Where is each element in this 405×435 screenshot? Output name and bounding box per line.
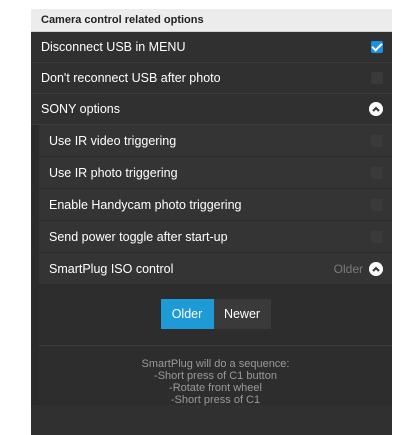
option-button-newer[interactable]: Newer <box>213 299 271 329</box>
checkbox-checked-icon[interactable] <box>371 41 383 53</box>
option-label: Disconnect USB in MENU <box>41 40 186 54</box>
chevron-up-icon[interactable] <box>369 261 383 276</box>
option-button-group: Older Newer <box>39 299 392 329</box>
option-label: Use IR photo triggering <box>49 165 178 180</box>
checkbox-unchecked-icon[interactable] <box>371 198 383 211</box>
description-line: -Short press of C1 button <box>154 370 277 382</box>
smartplug-iso-section: Older Newer SmartPlug will do a sequence… <box>39 285 392 406</box>
description-line: SmartPlug will do a sequence: <box>141 358 290 370</box>
checkbox-unchecked-icon[interactable] <box>371 72 383 84</box>
option-label: Don't reconnect USB after photo <box>41 71 221 85</box>
smartplug-description: SmartPlug will do a sequence: -Short pre… <box>39 358 392 406</box>
option-row-ir-video[interactable]: Use IR video triggering <box>39 125 392 156</box>
section-toggle-smartplug-iso[interactable]: SmartPlug ISO control Older <box>39 253 392 284</box>
checkbox-unchecked-icon[interactable] <box>371 134 383 147</box>
panel-header: Camera control related options <box>31 9 392 32</box>
description-line: -Rotate front wheel <box>169 382 262 394</box>
option-row-ir-photo[interactable]: Use IR photo triggering <box>39 157 392 188</box>
option-row-handycam-photo[interactable]: Enable Handycam photo triggering <box>39 189 392 220</box>
options-panel: Camera control related options Disconnec… <box>31 9 392 435</box>
option-button-older[interactable]: Older <box>160 299 214 329</box>
chevron-up-icon[interactable] <box>369 102 383 116</box>
checkbox-unchecked-icon[interactable] <box>371 166 383 179</box>
option-label: Use IR video triggering <box>49 133 177 148</box>
section-label: SONY options <box>41 102 120 116</box>
description-line: -Short press of C1 <box>170 394 261 406</box>
option-label: Enable Handycam photo triggering <box>49 197 242 212</box>
section-label: SmartPlug ISO control <box>49 261 174 276</box>
option-row-dont-reconnect-usb[interactable]: Don't reconnect USB after photo <box>31 63 392 94</box>
selected-value: Older <box>333 261 363 276</box>
option-row-power-toggle[interactable]: Send power toggle after start-up <box>39 221 392 252</box>
divider <box>39 345 392 346</box>
section-toggle-sony-options[interactable]: SONY options <box>31 94 392 125</box>
option-label: Send power toggle after start-up <box>49 229 228 244</box>
sony-options-section: Use IR video triggering Use IR photo tri… <box>31 125 392 406</box>
checkbox-unchecked-icon[interactable] <box>371 230 383 243</box>
option-row-disconnect-usb[interactable]: Disconnect USB in MENU <box>31 32 392 63</box>
